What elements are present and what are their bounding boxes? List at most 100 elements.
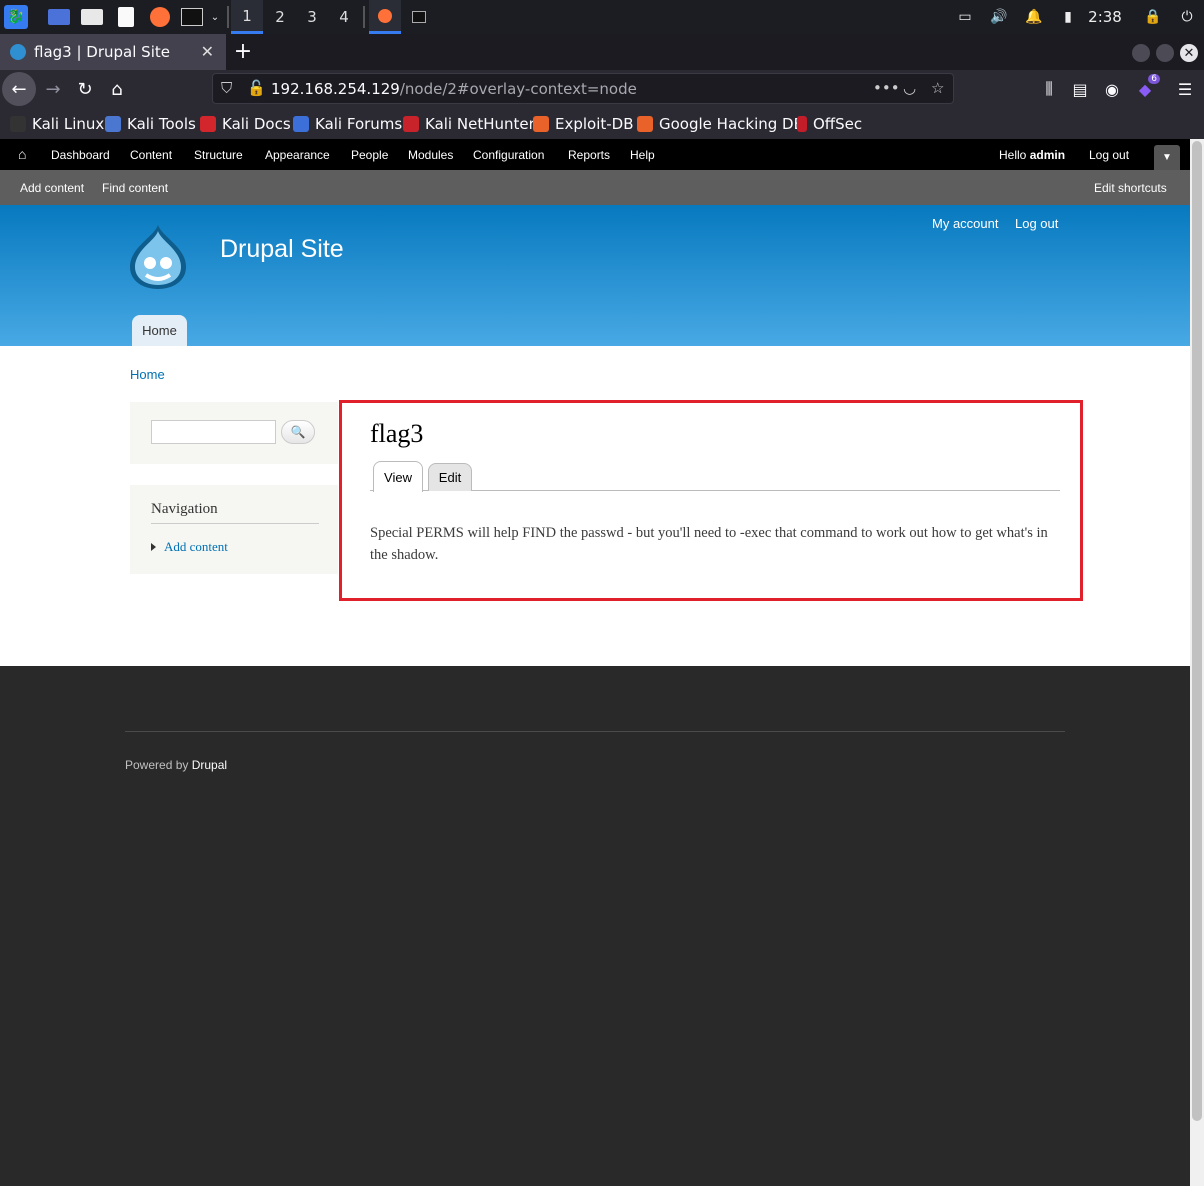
bookmark-kali-nethunter[interactable]: Kali NetHunter [403, 115, 535, 133]
library-icon[interactable]: ⫼ [1034, 74, 1064, 104]
edit-shortcuts-link[interactable]: Edit shortcuts [1094, 181, 1167, 195]
bookmark-exploit-db[interactable]: Exploit-DB [533, 115, 634, 133]
insecure-lock-icon[interactable]: 🔓 [247, 79, 266, 97]
reload-button[interactable]: ↻ [70, 74, 100, 104]
drupal-logo-icon[interactable] [128, 223, 188, 291]
page-title: flag3 [370, 419, 424, 448]
node-body: Special PERMS will help FIND the passwd … [370, 525, 1048, 563]
extension-badge: 6 [1148, 74, 1160, 84]
taskbar-firefox-window[interactable] [369, 0, 401, 34]
file-manager-icon[interactable] [80, 5, 104, 29]
show-desktop-icon[interactable] [47, 5, 71, 29]
workspace-3[interactable]: 3 [296, 0, 328, 34]
navigation-block: Navigation Add content [130, 485, 338, 574]
bookmark-google-hacking-db[interactable]: Google Hacking DB [637, 115, 804, 133]
toolbar-appearance[interactable]: Appearance [265, 148, 330, 162]
new-tab-button[interactable]: + [230, 38, 256, 64]
bookmark-label: OffSec [813, 115, 863, 133]
toolbar-content[interactable]: Content [130, 148, 172, 162]
toolbar-reports[interactable]: Reports [568, 148, 610, 162]
url-host: 192.168.254.129 [271, 80, 400, 98]
navigation-title: Navigation [151, 501, 218, 517]
footer-divider [125, 731, 1065, 732]
extension-icon[interactable]: ◆ 6 [1130, 74, 1160, 104]
firefox-icon[interactable] [148, 5, 172, 29]
logout-link[interactable]: Log out [1015, 216, 1058, 231]
back-button[interactable]: ← [2, 72, 36, 106]
home-button[interactable]: ⌂ [102, 74, 132, 104]
url-bar[interactable]: ⛉ 🔓 192.168.254.129/node/2#overlay-conte… [212, 73, 954, 104]
search-block: 🔍 [130, 402, 338, 464]
bookmark-kali-tools[interactable]: Kali Tools [105, 115, 196, 133]
more-actions-icon[interactable]: ••• [873, 79, 900, 97]
bell-icon[interactable]: 🔔 [1023, 0, 1045, 34]
shortcuts-toggle-icon[interactable]: ▼ [1154, 145, 1180, 170]
text-editor-icon[interactable] [114, 5, 138, 29]
bookmark-label: Kali Tools [127, 115, 196, 133]
toolbar-logout[interactable]: Log out [1089, 148, 1129, 162]
page-viewport: ⌂ Dashboard Content Structure Appearance… [0, 139, 1190, 1186]
bullet-icon [151, 543, 156, 551]
site-name[interactable]: Drupal Site [220, 235, 344, 264]
workspace-1[interactable]: 1 [231, 0, 263, 34]
terminal-icon[interactable] [180, 5, 204, 29]
bookmark-kali-docs[interactable]: Kali Docs [200, 115, 291, 133]
search-button[interactable]: 🔍 [281, 420, 315, 444]
menu-icon[interactable]: ☰ [1170, 74, 1200, 104]
browser-tab-bar: flag3 | Drupal Site ✕ + ✕ [0, 34, 1204, 70]
bookmark-kali-linux[interactable]: Kali Linux [10, 115, 104, 133]
bookmark-offsec[interactable]: OffSec [797, 115, 862, 133]
volume-icon[interactable]: 🔊 [988, 0, 1010, 34]
power-icon[interactable]: ⏻ [1176, 0, 1198, 34]
toolbar-structure[interactable]: Structure [194, 148, 243, 162]
powered-by: Powered by Drupal [125, 758, 227, 772]
battery-icon[interactable]: ▮ [1057, 0, 1079, 34]
close-tab-icon[interactable]: ✕ [201, 42, 214, 61]
close-window-button[interactable]: ✕ [1180, 44, 1198, 62]
account-icon[interactable]: ◉ [1097, 74, 1127, 104]
home-icon[interactable]: ⌂ [18, 146, 26, 162]
drupal-link[interactable]: Drupal [192, 758, 227, 772]
pocket-icon[interactable]: ◡ [903, 79, 916, 97]
nav-add-content[interactable]: Add content [151, 539, 228, 555]
chevron-down-icon[interactable]: ⌄ [203, 5, 227, 29]
toolbar-dashboard[interactable]: Dashboard [51, 148, 110, 162]
tab-view[interactable]: View [373, 461, 423, 492]
tab-edit[interactable]: Edit [428, 463, 472, 491]
scrollbar-thumb[interactable] [1192, 141, 1202, 1121]
screen-icon[interactable]: ▭ [954, 0, 976, 34]
firefox-icon [378, 8, 392, 23]
bookmark-kali-forums[interactable]: Kali Forums [293, 115, 402, 133]
breadcrumb[interactable]: Home [130, 367, 165, 382]
minimize-button[interactable] [1132, 44, 1150, 62]
forward-button[interactable]: → [38, 74, 68, 104]
browser-tab[interactable]: flag3 | Drupal Site ✕ [0, 34, 226, 70]
toolbar-people[interactable]: People [351, 148, 388, 162]
kali-forums-icon [293, 116, 309, 132]
shortcut-add-content[interactable]: Add content [20, 181, 84, 195]
lock-icon[interactable]: 🔒 [1142, 0, 1164, 34]
main-menu-home[interactable]: Home [132, 315, 187, 346]
page-scrollbar[interactable] [1190, 139, 1204, 1186]
toolbar-greeting: Hello admin [999, 148, 1065, 162]
workspace-2[interactable]: 2 [264, 0, 296, 34]
toolbar-help[interactable]: Help [630, 148, 655, 162]
taskbar-terminal-window[interactable] [403, 0, 435, 34]
toolbar-modules[interactable]: Modules [408, 148, 453, 162]
workspace-4[interactable]: 4 [328, 0, 360, 34]
bookmark-label: Google Hacking DB [659, 115, 804, 133]
toolbar-username[interactable]: admin [1030, 148, 1065, 162]
maximize-button[interactable] [1156, 44, 1174, 62]
sidebar-icon[interactable]: ▤ [1065, 74, 1095, 104]
browser-nav-bar: ← → ↻ ⌂ ⛉ 🔓 192.168.254.129/node/2#overl… [0, 70, 1204, 108]
highlight-box [339, 400, 1083, 601]
bookmark-star-icon[interactable]: ☆ [931, 79, 944, 97]
shield-icon[interactable]: ⛉ [221, 79, 232, 97]
kali-menu-icon[interactable]: 🐉 [4, 5, 28, 29]
url-text[interactable]: 192.168.254.129/node/2#overlay-context=n… [271, 80, 637, 98]
shortcuts-toolbar: Add content Find content Edit shortcuts [0, 170, 1190, 205]
shortcut-find-content[interactable]: Find content [102, 181, 168, 195]
search-input[interactable] [151, 420, 276, 444]
my-account-link[interactable]: My account [932, 216, 998, 231]
toolbar-configuration[interactable]: Configuration [473, 148, 544, 162]
